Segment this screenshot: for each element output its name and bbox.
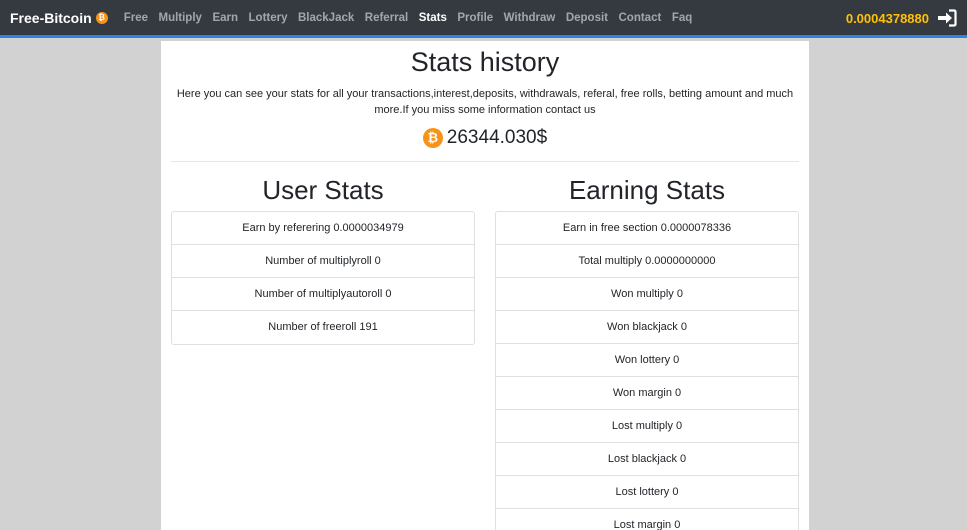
- nav-item-deposit[interactable]: Deposit: [566, 12, 608, 24]
- nav-item-lottery[interactable]: Lottery: [249, 12, 288, 24]
- list-item: Won multiply 0: [496, 278, 798, 311]
- total-value-amount: 26344.030$: [446, 127, 548, 148]
- page-description: Here you can see your stats for all your…: [176, 88, 794, 116]
- nav-item-profile[interactable]: Profile: [457, 12, 493, 24]
- nav-item-withdraw[interactable]: Withdraw: [504, 12, 556, 24]
- stats-panel: Stats history Here you can see your stat…: [161, 41, 809, 530]
- nav-item-contact[interactable]: Contact: [619, 12, 662, 24]
- list-item: Number of multiplyroll 0: [172, 245, 474, 278]
- list-item: Lost blackjack 0: [496, 443, 798, 476]
- nav-item-multiply[interactable]: Multiply: [158, 12, 201, 24]
- nav-item-blackjack[interactable]: BlackJack: [298, 12, 354, 24]
- bitcoin-icon: ₿: [422, 128, 443, 148]
- list-item: Won lottery 0: [496, 344, 798, 377]
- list-item: Number of freeroll 191: [268, 321, 378, 333]
- list-item: Lost multiply 0: [496, 410, 798, 443]
- list-item: Lost lottery 0: [496, 476, 798, 509]
- brand-logo[interactable]: Free-Bitcoin ₿: [10, 10, 108, 26]
- nav-item-faq[interactable]: Faq: [672, 12, 692, 24]
- user-stats-section: User Stats Earn by referering 0.00000349…: [171, 171, 475, 345]
- total-value: ₿ 26344.030$: [161, 127, 809, 149]
- list-item: Earn by referering 0.0000034979: [172, 212, 474, 245]
- list-item: Earn in free section 0.0000078336: [496, 212, 798, 245]
- balance-display: 0.0004378880: [845, 11, 929, 26]
- user-stats-list: Earn by referering 0.0000034979 Number o…: [171, 211, 475, 345]
- user-stats-heading: User Stats: [262, 175, 384, 205]
- nav-item-stats[interactable]: Stats: [419, 12, 447, 24]
- page-title: Stats history: [410, 47, 560, 77]
- divider: [171, 161, 799, 162]
- earning-stats-heading: Earning Stats: [568, 175, 726, 205]
- main-nav: Free Multiply Earn Lottery BlackJack Ref…: [124, 12, 703, 24]
- top-navbar: Free-Bitcoin ₿ Free Multiply Earn Lotter…: [0, 0, 967, 38]
- list-item: Total multiply 0.0000000000: [496, 245, 798, 278]
- brand-name: Free-Bitcoin: [10, 9, 92, 26]
- nav-item-referral[interactable]: Referral: [365, 12, 408, 24]
- bitcoin-icon: ₿: [95, 11, 108, 24]
- list-item: Won margin 0: [496, 377, 798, 410]
- earning-stats-section: Earning Stats Earn in free section 0.000…: [495, 171, 799, 530]
- sign-in-icon[interactable]: [937, 9, 957, 27]
- list-item: Number of multiplyautoroll 0: [172, 278, 474, 311]
- list-item: Lost margin 0: [613, 519, 681, 530]
- list-item: Won blackjack 0: [496, 311, 798, 344]
- earning-stats-list: Earn in free section 0.0000078336 Total …: [495, 211, 799, 530]
- nav-item-free[interactable]: Free: [124, 12, 148, 24]
- nav-item-earn[interactable]: Earn: [212, 12, 238, 24]
